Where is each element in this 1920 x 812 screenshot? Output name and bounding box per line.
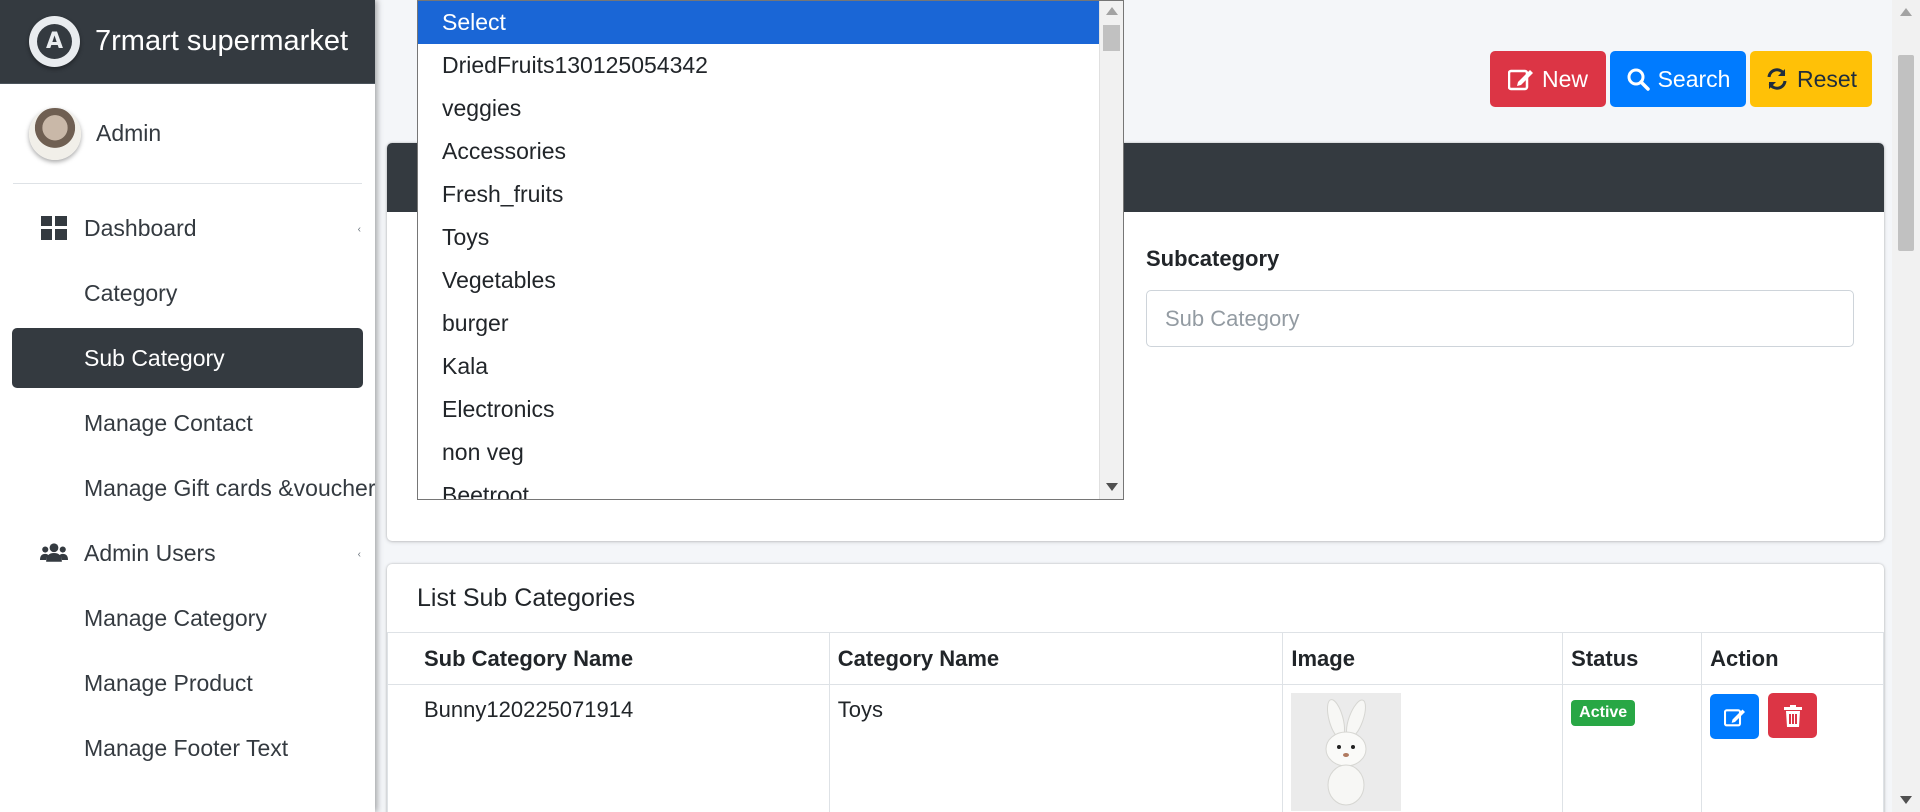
sidebar-item-category[interactable]: Category	[12, 263, 363, 323]
edit-icon	[1507, 69, 1533, 91]
sidebar: A 7rmart supermarket Admin Dashboard ‹ C…	[0, 0, 375, 812]
avatar	[29, 107, 81, 160]
brand-name: 7rmart supermarket	[95, 25, 349, 57]
category-name-cell: Toys	[828, 684, 1284, 812]
subcategory-name-cell: Bunny120225071914	[387, 684, 830, 812]
page-scrollbar[interactable]	[1892, 0, 1920, 812]
chevron-left-icon: ‹	[357, 224, 361, 235]
category-dropdown-list[interactable]: Select DriedFruits130125054342 veggies A…	[417, 0, 1124, 500]
dropdown-option[interactable]: veggies	[418, 87, 1099, 130]
category-options: Select DriedFruits130125054342 veggies A…	[418, 1, 1099, 499]
subcategory-label: Subcategory	[1146, 246, 1280, 271]
sidebar-item-manage-footer-text[interactable]: Manage Footer Text	[12, 718, 363, 778]
scroll-up-arrow-icon[interactable]	[1106, 7, 1118, 15]
dropdown-option[interactable]: Vegetables	[418, 259, 1099, 302]
search-button-label: Search	[1657, 65, 1731, 92]
users-icon	[40, 539, 68, 567]
page-scroll-thumb[interactable]	[1898, 55, 1914, 251]
scroll-down-arrow-icon[interactable]	[1900, 796, 1912, 804]
dashboard-icon	[40, 214, 68, 242]
list-card: List Sub Categories Sub Category Name Ca…	[387, 564, 1884, 812]
list-title: List Sub Categories	[417, 584, 636, 612]
user-panel[interactable]: Admin	[13, 84, 362, 184]
sidebar-item-label: Category	[84, 279, 178, 306]
sidebar-item-manage-contact[interactable]: Manage Contact	[12, 393, 363, 453]
edit-row-button[interactable]	[1710, 694, 1760, 739]
dropdown-scroll-thumb[interactable]	[1103, 25, 1120, 51]
column-header[interactable]: Category Name	[828, 632, 1284, 685]
scroll-down-arrow-icon[interactable]	[1106, 483, 1118, 491]
dropdown-option[interactable]: Electronics	[418, 388, 1099, 431]
brand-logo: A	[29, 16, 80, 67]
sidebar-nav: Dashboard ‹ Category Sub Category Manage…	[0, 184, 375, 778]
subcategory-table: Sub Category Name Category Name Image St…	[387, 632, 1884, 812]
delete-row-button[interactable]	[1768, 693, 1818, 738]
sidebar-item-sub-category[interactable]: Sub Category	[12, 328, 363, 388]
sidebar-item-label: Manage Category	[84, 604, 267, 631]
sidebar-item-manage-category[interactable]: Manage Category	[12, 588, 363, 648]
sidebar-item-label: Manage Footer Text	[84, 734, 289, 761]
column-header[interactable]: Action	[1701, 632, 1884, 685]
user-name[interactable]: Admin	[96, 120, 161, 147]
bunny-thumbnail	[1291, 693, 1402, 811]
chevron-left-icon: ‹	[357, 549, 361, 560]
new-button[interactable]: New	[1490, 51, 1606, 107]
dropdown-option[interactable]: Accessories	[418, 130, 1099, 173]
table-header-row: Sub Category Name Category Name Image St…	[387, 632, 1884, 685]
dropdown-option[interactable]: Fresh_fruits	[418, 173, 1099, 216]
dropdown-option[interactable]: burger	[418, 302, 1099, 345]
sidebar-item-manage-gift-cards[interactable]: Manage Gift cards &voucher	[12, 458, 375, 518]
sidebar-item-label: Dashboard	[84, 214, 197, 241]
reset-button[interactable]: Reset	[1750, 51, 1872, 107]
sidebar-item-label: Sub Category	[84, 344, 225, 371]
dropdown-scrollbar[interactable]	[1099, 1, 1123, 499]
sidebar-item-admin-users[interactable]: Admin Users ‹	[12, 523, 363, 583]
column-header[interactable]: Status	[1562, 632, 1703, 685]
dropdown-option[interactable]: DriedFruits130125054342	[418, 44, 1099, 87]
action-cell	[1701, 684, 1884, 812]
sidebar-item-label: Manage Gift cards &voucher	[84, 474, 375, 501]
reset-button-label: Reset	[1796, 65, 1858, 92]
column-header[interactable]: Sub Category Name	[387, 632, 830, 685]
dropdown-option[interactable]: Toys	[418, 216, 1099, 259]
sidebar-item-label: Manage Contact	[84, 409, 253, 436]
dropdown-option[interactable]: Beetroot	[418, 474, 1099, 499]
dropdown-option[interactable]: Kala	[418, 345, 1099, 388]
sidebar-item-label: Manage Product	[84, 669, 253, 696]
edit-icon	[1723, 708, 1745, 726]
search-button[interactable]: Search	[1610, 51, 1746, 107]
brand-link[interactable]: A 7rmart supermarket	[0, 0, 375, 84]
search-icon	[1627, 68, 1650, 91]
refresh-icon	[1767, 68, 1787, 90]
brand-logo-letter: A	[37, 24, 72, 59]
dropdown-option[interactable]: non veg	[418, 431, 1099, 474]
column-header[interactable]: Image	[1282, 632, 1564, 685]
dropdown-option[interactable]: Select	[418, 1, 1099, 44]
scroll-up-arrow-icon[interactable]	[1900, 8, 1912, 16]
status-badge[interactable]: Active	[1571, 700, 1636, 726]
status-cell: Active	[1562, 684, 1703, 812]
image-cell	[1282, 684, 1564, 812]
trash-icon	[1783, 704, 1802, 727]
subcategory-input[interactable]	[1146, 290, 1854, 347]
sidebar-item-label: Admin Users	[84, 539, 216, 566]
table-row: Bunny120225071914 Toys Active	[387, 684, 1884, 812]
new-button-label: New	[1541, 65, 1588, 92]
sidebar-item-dashboard[interactable]: Dashboard ‹	[12, 198, 363, 258]
sidebar-item-manage-product[interactable]: Manage Product	[12, 653, 363, 713]
